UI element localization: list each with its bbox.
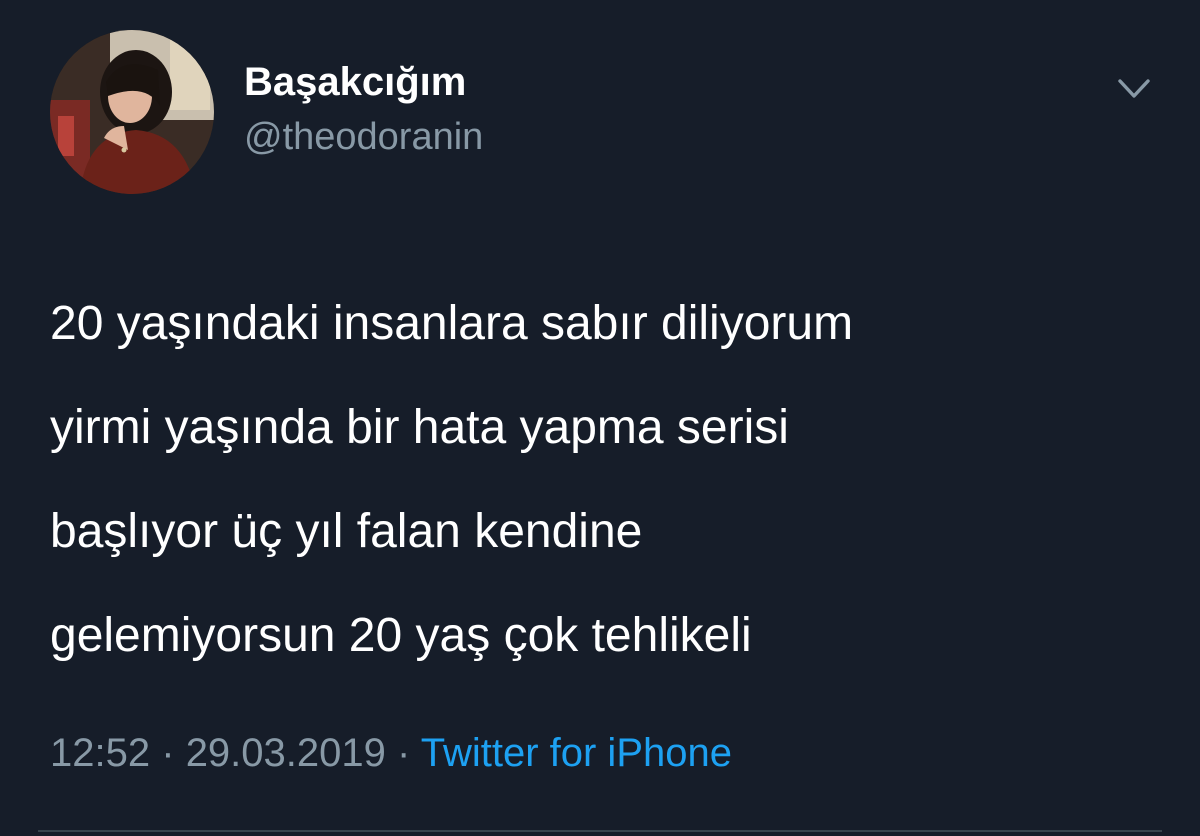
- divider: [38, 830, 1162, 832]
- chevron-down-icon[interactable]: [1112, 70, 1156, 106]
- tweet-text-line: gelemiyorsun 20 yaş çok tehlikeli: [50, 609, 752, 662]
- tweet-text-line: yirmi yaşında bir hata yapma serisi: [50, 401, 789, 454]
- tweet-card: Başakcığım @theodoranin 20 yaşındaki ins…: [0, 0, 1200, 836]
- tweet-text-line: 20 yaşındaki insanlara sabır diliyorum: [50, 297, 854, 350]
- tweet-date[interactable]: 29.03.2019: [186, 731, 386, 775]
- avatar[interactable]: [50, 30, 214, 194]
- tweet-source-link[interactable]: Twitter for iPhone: [421, 731, 732, 775]
- tweet-time: 12:52: [50, 731, 151, 775]
- tweet-meta: 12:52 · 29.03.2019 · Twitter for iPhone: [50, 725, 732, 781]
- user-handle[interactable]: @theodoranin: [244, 114, 483, 160]
- tweet-text: 20 yaşındaki insanlara sabır diliyorum y…: [50, 272, 1160, 688]
- display-name[interactable]: Başakcığım: [244, 58, 466, 106]
- meta-separator: ·: [161, 731, 175, 775]
- user-photo-icon: [50, 30, 214, 194]
- tweet-text-line: başlıyor üç yıl falan kendine: [50, 505, 643, 558]
- meta-separator: ·: [397, 731, 411, 775]
